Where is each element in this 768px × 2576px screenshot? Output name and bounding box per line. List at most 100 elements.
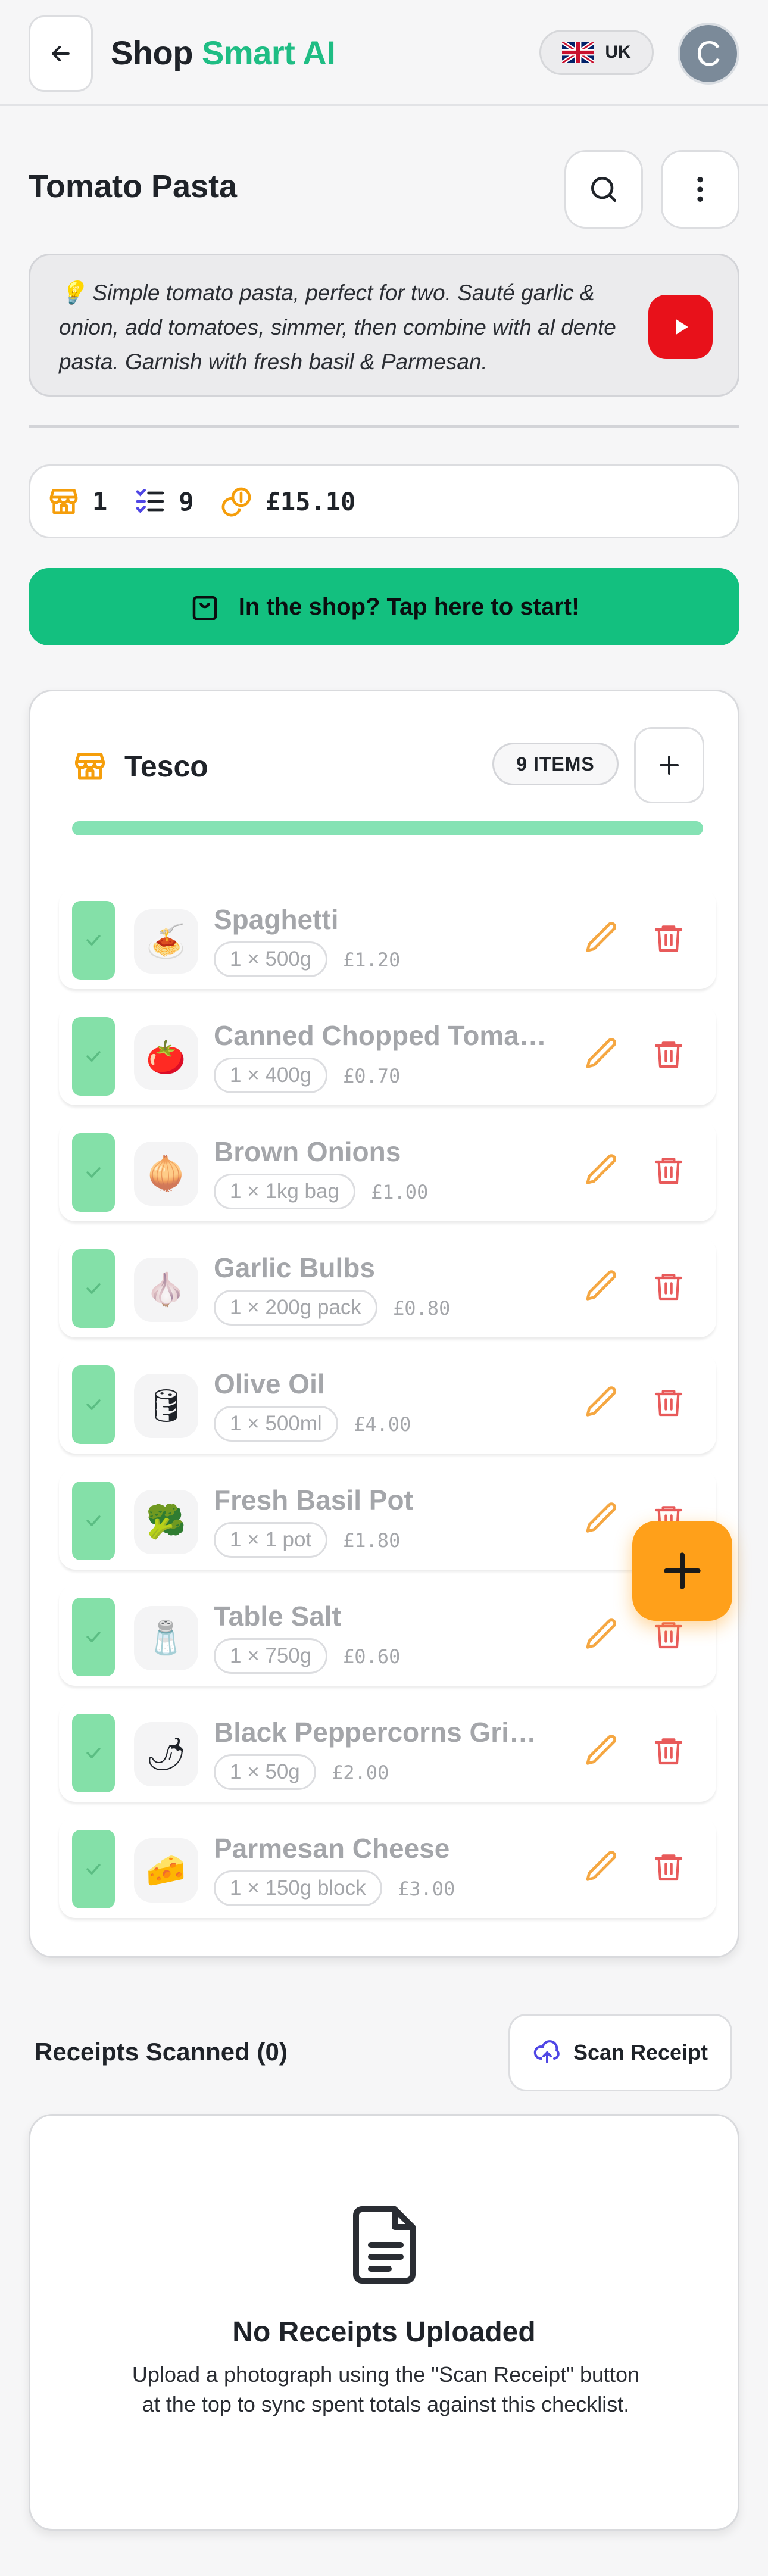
country-selector[interactable]: UK <box>539 30 654 75</box>
delete-item-button[interactable] <box>646 1264 691 1309</box>
divider <box>29 425 739 428</box>
edit-item-button[interactable] <box>579 1844 625 1889</box>
list-item[interactable]: 🍝 Spaghetti 1 × 500g £1.20 <box>59 888 716 989</box>
item-thumbnail: 🍅 <box>134 1025 198 1090</box>
add-floating-button[interactable] <box>632 1521 732 1621</box>
items-count-badge: 9 ITEMS <box>492 743 619 785</box>
edit-item-button[interactable] <box>579 1147 625 1193</box>
item-thumbnail: 🍝 <box>134 909 198 974</box>
recipe-description: Simple tomato pasta, perfect for two. Sa… <box>59 280 616 374</box>
list-item[interactable]: 🧄 Garlic Bulbs 1 × 200g pack £0.80 <box>59 1236 716 1337</box>
item-thumbnail: 🧅 <box>134 1142 198 1206</box>
item-quantity-chip[interactable]: 1 × 150g block <box>214 1870 382 1906</box>
item-quantity-chip[interactable]: 1 × 500ml <box>214 1406 338 1442</box>
item-thumbnail: 🧄 <box>134 1258 198 1322</box>
checklist-icon <box>136 489 164 513</box>
youtube-button[interactable] <box>648 295 713 359</box>
item-checkbox[interactable] <box>72 1365 115 1444</box>
total-cost: £15.10 <box>265 486 356 516</box>
item-checkbox[interactable] <box>72 901 115 980</box>
coins-icon <box>221 487 251 517</box>
item-checkbox[interactable] <box>72 1598 115 1676</box>
list-item[interactable]: 🧂 Table Salt 1 × 750g £0.60 <box>59 1585 716 1686</box>
list-item[interactable]: 🧅 Brown Onions 1 × 1kg bag £1.00 <box>59 1120 716 1221</box>
trash-icon <box>654 1738 683 1765</box>
item-checkbox[interactable] <box>72 1830 115 1908</box>
item-quantity-chip[interactable]: 1 × 50g <box>214 1754 316 1790</box>
scan-receipt-label: Scan Receipt <box>573 2040 708 2064</box>
list-item[interactable]: 🌶 Black Peppercorns Grinder 1 × 50g £2.0… <box>59 1701 716 1802</box>
item-quantity-chip[interactable]: 1 × 1 pot <box>214 1522 328 1558</box>
item-checkbox[interactable] <box>72 1249 115 1328</box>
edit-item-button[interactable] <box>579 1031 625 1077</box>
store-icon <box>75 753 105 780</box>
item-name: Brown Onions <box>214 1136 401 1167</box>
list-item[interactable]: 🛢 Olive Oil 1 × 500ml £4.00 <box>59 1352 716 1454</box>
item-checkbox[interactable] <box>72 1017 115 1096</box>
country-label: UK <box>605 42 631 62</box>
list-item[interactable]: 🍅 Canned Chopped Tomatoes 1 × 400g £0.70 <box>59 1004 716 1105</box>
back-button[interactable] <box>29 15 93 92</box>
start-shopping-button[interactable]: In the shop? Tap here to start! <box>29 568 739 645</box>
trash-icon <box>654 1622 683 1649</box>
shopping-bag-icon <box>192 596 217 620</box>
plus-icon <box>660 756 679 775</box>
pencil-icon <box>586 1386 617 1417</box>
edit-item-button[interactable] <box>579 1264 625 1309</box>
item-name: Spaghetti <box>214 904 339 935</box>
delete-item-button[interactable] <box>646 915 691 960</box>
more-options-button[interactable] <box>661 150 739 229</box>
delete-item-button[interactable] <box>646 1380 691 1425</box>
edit-item-button[interactable] <box>579 1728 625 1773</box>
play-icon <box>676 319 688 335</box>
item-quantity-chip[interactable]: 1 × 500g <box>214 941 328 977</box>
check-icon <box>86 1515 101 1526</box>
check-icon <box>86 1051 101 1062</box>
item-price: £0.70 <box>343 1065 401 1087</box>
delete-item-button[interactable] <box>646 1031 691 1077</box>
shop-progress-bar <box>72 821 703 835</box>
item-quantity-chip[interactable]: 1 × 200g pack <box>214 1290 377 1326</box>
delete-item-button[interactable] <box>646 1147 691 1193</box>
item-checkbox[interactable] <box>72 1714 115 1792</box>
list-item[interactable]: 🧀 Parmesan Cheese 1 × 150g block £3.00 <box>59 1817 716 1918</box>
check-icon <box>86 1864 101 1875</box>
check-icon <box>86 1283 101 1294</box>
avatar[interactable]: C <box>678 23 739 85</box>
item-price: £1.80 <box>343 1529 401 1552</box>
edit-item-button[interactable] <box>579 1380 625 1425</box>
pencil-icon <box>586 1502 617 1533</box>
delete-item-button[interactable] <box>646 1728 691 1773</box>
search-button[interactable] <box>564 150 643 229</box>
stat-shops: 1 <box>47 485 107 518</box>
edit-item-button[interactable] <box>579 1612 625 1657</box>
pencil-icon <box>586 1038 617 1068</box>
item-price: £4.00 <box>354 1413 411 1436</box>
lightbulb-icon: 💡 <box>59 280 87 305</box>
item-checkbox[interactable] <box>72 1482 115 1560</box>
edit-item-button[interactable] <box>579 1496 625 1541</box>
item-name: Canned Chopped Tomatoes <box>214 1020 553 1051</box>
receipts-card: No Receipts Uploaded Upload a photograph… <box>29 2114 739 2531</box>
stat-total: £15.10 <box>220 485 356 518</box>
item-checkbox[interactable] <box>72 1133 115 1212</box>
stats-bar: 1 9 £15.10 <box>29 464 739 538</box>
trash-icon <box>654 1158 683 1184</box>
item-thumbnail: 🥦 <box>134 1490 198 1554</box>
start-shopping-label: In the shop? Tap here to start! <box>238 593 580 620</box>
edit-item-button[interactable] <box>579 915 625 960</box>
list-item[interactable]: 🥦 Fresh Basil Pot 1 × 1 pot £1.80 <box>59 1468 716 1570</box>
item-quantity-chip[interactable]: 1 × 750g <box>214 1638 328 1674</box>
add-item-button[interactable] <box>634 727 704 803</box>
item-thumbnail: 🛢 <box>134 1374 198 1438</box>
document-icon <box>353 2206 416 2284</box>
item-name: Parmesan Cheese <box>214 1833 450 1864</box>
scan-receipt-button[interactable]: Scan Receipt <box>508 2014 732 2091</box>
uk-flag-icon <box>562 42 595 63</box>
trash-icon <box>654 1041 683 1068</box>
trash-icon <box>654 925 683 952</box>
item-quantity-chip[interactable]: 1 × 1kg bag <box>214 1174 355 1209</box>
delete-item-button[interactable] <box>646 1844 691 1889</box>
item-name: Black Peppercorns Grinder <box>214 1717 553 1748</box>
item-quantity-chip[interactable]: 1 × 400g <box>214 1058 328 1093</box>
